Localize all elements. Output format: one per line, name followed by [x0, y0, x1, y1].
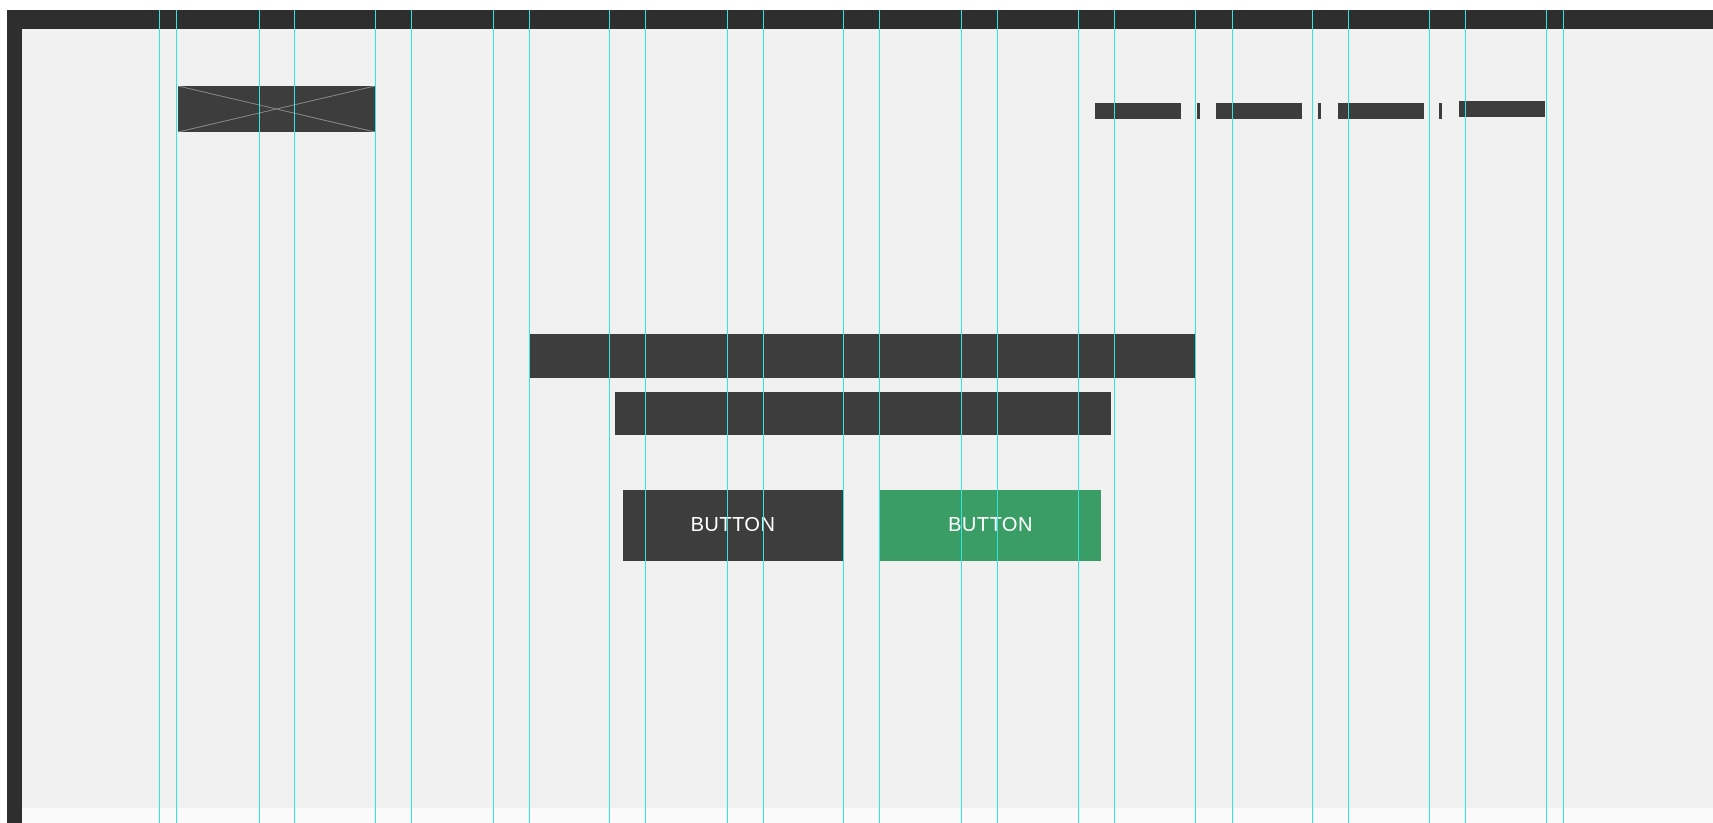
nav-separator — [1318, 103, 1321, 119]
nav-item-3[interactable] — [1338, 103, 1424, 119]
hero-subheadline — [615, 392, 1111, 435]
nav-separator — [1197, 103, 1200, 119]
canvas-bottom-edge — [22, 808, 1713, 823]
nav-item-2[interactable] — [1216, 103, 1302, 119]
nav-item-4[interactable] — [1459, 101, 1545, 117]
image-placeholder-icon — [178, 86, 375, 132]
hero-headline — [529, 334, 1196, 378]
primary-button[interactable]: BUTTON — [623, 490, 843, 561]
nav-item-1[interactable] — [1095, 103, 1181, 119]
logo-image-placeholder-icon[interactable] — [178, 86, 375, 132]
nav-separator — [1439, 103, 1442, 119]
secondary-button[interactable]: BUTTON — [880, 490, 1101, 561]
